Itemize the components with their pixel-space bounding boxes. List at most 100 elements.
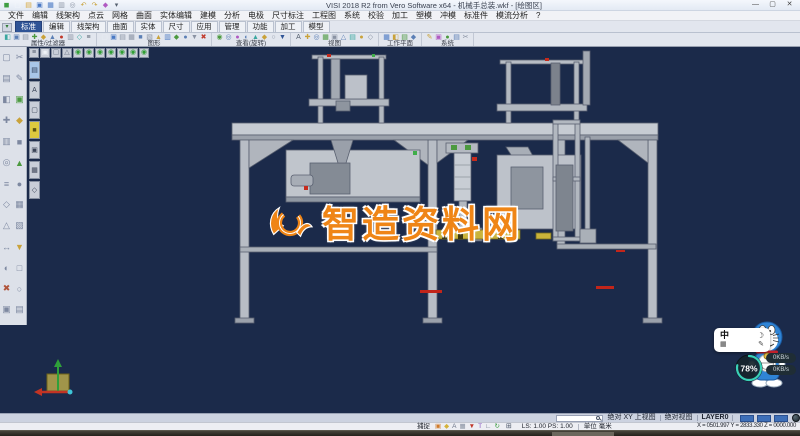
tool-icon[interactable]: ▥ — [67, 34, 74, 41]
view-front-button[interactable]: ◉ — [95, 48, 105, 58]
menu-item[interactable]: 冲模 — [436, 11, 460, 20]
menu-item[interactable]: 曲面 — [132, 11, 156, 20]
tool-icon[interactable]: ✚ — [304, 34, 311, 41]
ribbon-tab[interactable]: 线架构 — [71, 21, 106, 32]
tool-icon[interactable]: ■ — [137, 34, 144, 41]
ribbon-tab[interactable]: 编辑 — [43, 21, 70, 32]
view-indicator[interactable]: 绝对视图 — [665, 414, 693, 422]
menu-item[interactable]: 网格 — [108, 11, 132, 20]
ribbon-tab[interactable]: 实体 — [135, 21, 162, 32]
status-icon-point[interactable]: ◆ — [444, 423, 449, 430]
tool-icon[interactable]: ▼ — [279, 34, 286, 41]
ime-toolbar[interactable]: 中 ☽ ▦ ✎ — [714, 328, 770, 352]
side-solid-button[interactable]: ▣ — [29, 141, 40, 159]
tool-icon[interactable]: ● — [358, 34, 365, 41]
lp-tool-icon[interactable]: ✖ — [0, 278, 13, 299]
tool-icon[interactable]: ◇ — [76, 34, 83, 41]
tool-icon[interactable]: ▣ — [13, 34, 20, 41]
tool-icon[interactable]: ▤ — [349, 34, 356, 41]
view-bottom-button[interactable]: ◉ — [139, 48, 149, 58]
tool-icon[interactable]: ▤ — [453, 34, 460, 41]
side-text-button[interactable]: A — [29, 81, 40, 99]
menu-item[interactable]: 加工 — [388, 11, 412, 20]
tool-icon[interactable]: A — [295, 34, 302, 41]
view-list-button[interactable]: ≡ — [29, 48, 39, 58]
lp-tool-icon[interactable]: ▣ — [0, 299, 13, 320]
lp-tool-icon[interactable]: ✚ — [0, 110, 13, 131]
lp-tool-icon[interactable]: ▤ — [13, 299, 26, 320]
lp-tool-icon[interactable]: ▥ — [0, 131, 13, 152]
close-button[interactable]: ✕ — [781, 0, 798, 10]
tool-icon[interactable]: ▤ — [22, 34, 29, 41]
new-file-icon[interactable]: ▢ — [13, 1, 22, 10]
status-icon-refresh[interactable]: ↻ — [494, 423, 499, 430]
menu-item[interactable]: 模流分析 — [492, 11, 532, 20]
side-layers-button[interactable]: ▤ — [29, 61, 40, 79]
menu-item[interactable]: 点云 — [84, 11, 108, 20]
open-file-icon[interactable]: ▤ — [24, 1, 33, 10]
ribbon-tab[interactable]: 尺寸 — [163, 21, 190, 32]
tool-icon[interactable]: ≡ — [85, 34, 92, 41]
lp-tool-icon[interactable]: ○ — [13, 278, 26, 299]
tool-icon[interactable]: ✎ — [426, 34, 433, 41]
tool-icon[interactable]: ◧ — [4, 34, 11, 41]
menu-item[interactable]: 校验 — [364, 11, 388, 20]
tool-icon[interactable]: ○ — [270, 34, 277, 41]
side-highlight-button[interactable]: ■ — [29, 121, 40, 139]
view-axo-button[interactable]: △ — [62, 48, 72, 58]
view-top-button[interactable]: ◉ — [84, 48, 94, 58]
lp-tool-icon[interactable]: ◧ — [0, 89, 13, 110]
tool-icon[interactable]: ▣ — [110, 34, 117, 41]
moon-icon[interactable]: ☽ — [757, 331, 764, 340]
menu-item[interactable]: 尺寸标注 — [268, 11, 308, 20]
ribbon-tab[interactable]: 标准 — [15, 21, 42, 32]
lp-tool-icon[interactable]: ▤ — [0, 68, 13, 89]
side-frame-button[interactable]: ▦ — [29, 161, 40, 179]
tool-icon[interactable]: △ — [340, 34, 347, 41]
tool-icon[interactable]: ◎ — [225, 34, 232, 41]
tool-icon[interactable]: ◇ — [367, 34, 374, 41]
tool-icon[interactable]: ▼ — [191, 34, 198, 41]
ribbon-tab[interactable]: 模型 — [303, 21, 330, 32]
menu-item[interactable]: 电极 — [244, 11, 268, 20]
menu-item[interactable]: 分析 — [220, 11, 244, 20]
lp-tool-icon[interactable]: ● — [13, 173, 26, 194]
undo-icon[interactable]: ↶ — [79, 1, 88, 10]
status-icon-pin[interactable]: ▼ — [469, 423, 475, 430]
lp-tool-icon[interactable]: ◐ — [0, 257, 13, 278]
ribbon-tab[interactable]: 管理 — [219, 21, 246, 32]
lp-tool-icon[interactable]: ◆ — [13, 110, 26, 131]
layer-indicator[interactable]: LAYER0 — [701, 414, 728, 422]
ime-language-toggle[interactable]: 中 — [720, 331, 729, 340]
view-wireframe-button[interactable]: ▢ — [51, 48, 61, 58]
tool-icon[interactable]: ▢ — [101, 34, 108, 41]
tool-icon[interactable]: ✂ — [462, 34, 469, 41]
snap-toggle[interactable]: 捕捉 — [417, 423, 430, 430]
lp-tool-icon[interactable]: ◎ — [0, 152, 13, 173]
command-input[interactable] — [556, 415, 603, 422]
lp-tool-icon[interactable]: ✂ — [13, 47, 26, 68]
workplane-indicator[interactable]: 绝对 XY 上视图 — [608, 414, 656, 422]
tool-icon[interactable]: ✖ — [200, 34, 207, 41]
status-icon-grid[interactable]: ▦ — [460, 423, 466, 430]
keyboard-icon[interactable]: ▦ — [720, 340, 727, 349]
statusbar-swatch[interactable] — [757, 415, 771, 422]
lp-tool-icon[interactable]: ▲ — [13, 152, 26, 173]
view-left-button[interactable]: ◉ — [117, 48, 127, 58]
status-icon-angle[interactable]: ∟ — [485, 423, 491, 430]
globe-icon[interactable] — [792, 414, 800, 422]
tool-icon[interactable]: ◎ — [313, 34, 320, 41]
tool-icon[interactable]: ● — [182, 34, 189, 41]
tool-icon[interactable]: ◆ — [173, 34, 180, 41]
lp-tool-icon[interactable]: ▧ — [13, 215, 26, 236]
tool-icon[interactable]: ▦ — [128, 34, 135, 41]
minimize-button[interactable]: — — [747, 0, 764, 10]
status-icon-text[interactable]: A — [452, 423, 456, 430]
status-icon-fill[interactable]: ▣ — [435, 423, 441, 430]
qa-dropdown-icon[interactable]: ▾ — [112, 1, 121, 10]
statusbar-swatch[interactable] — [740, 415, 754, 422]
menu-item[interactable]: 标准件 — [460, 11, 492, 20]
lp-tool-icon[interactable]: ▦ — [13, 194, 26, 215]
maximize-button[interactable]: ▢ — [764, 0, 781, 10]
menu-item[interactable]: 实体编辑 — [156, 11, 196, 20]
